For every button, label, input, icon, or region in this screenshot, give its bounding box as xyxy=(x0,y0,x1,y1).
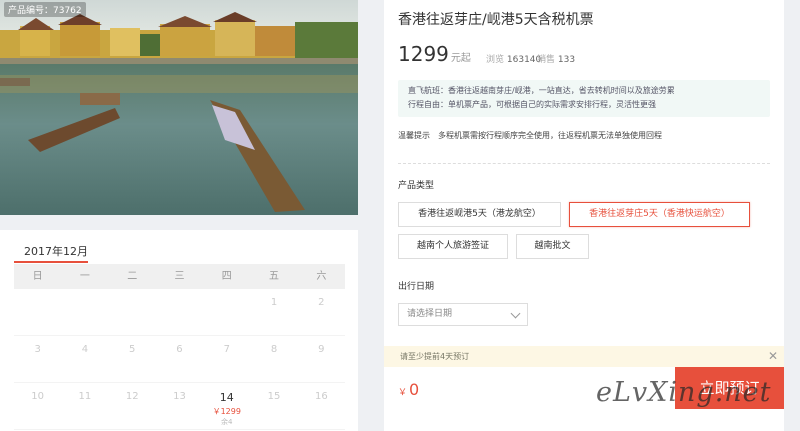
chevron-down-icon xyxy=(510,308,521,319)
calendar-weekday-header: 日 一 二 三 四 五 六 xyxy=(14,264,345,289)
calendar-day-number: 14 xyxy=(219,391,234,404)
calendar-week-row: 10 11 12 13 14 ￥1299 余4 15 16 xyxy=(14,383,345,430)
river-scene-image xyxy=(0,0,358,215)
total-value: 0 xyxy=(409,380,420,399)
product-detail-panel: 香港往返芽庄/岘港5天含税机票 1299 元起 浏览 163140 销售 133 … xyxy=(384,0,784,431)
calendar-week-row: 3 4 5 6 7 8 9 xyxy=(14,336,345,383)
product-id-label: 产品编号：73762 xyxy=(4,2,86,17)
travel-date-select[interactable]: 请选择日期 xyxy=(398,303,528,326)
product-title: 香港往返芽庄/岘港5天含税机票 xyxy=(398,12,594,28)
sales-label: 销售 xyxy=(537,55,556,65)
weekday-sat: 六 xyxy=(316,271,327,282)
date-placeholder: 请选择日期 xyxy=(407,309,453,319)
weekday-thu: 四 xyxy=(221,271,232,282)
weekday-sun: 日 xyxy=(32,271,43,282)
weekday-fri: 五 xyxy=(269,271,280,282)
calendar-month: 2017年12月 xyxy=(24,245,88,258)
calendar-day: 9 xyxy=(318,344,325,355)
tip-label: 温馨提示 xyxy=(398,131,430,140)
calendar-day: 8 xyxy=(270,344,278,355)
calendar-day: 15 xyxy=(267,391,281,402)
product-type-label: 产品类型 xyxy=(398,181,435,191)
option-vietnam-approval[interactable]: 越南批文 xyxy=(516,234,589,259)
weekday-tue: 二 xyxy=(127,271,138,282)
tip-text: 多程机票需按行程顺序完全使用，往返程机票无法单独使用回程 xyxy=(438,131,662,140)
notice-text: 请至少提前4天预订 xyxy=(400,352,470,361)
calendar-day: 2 xyxy=(318,297,325,308)
calendar-day-available[interactable]: 14 ￥1299 余4 xyxy=(203,383,250,429)
calendar-day: 13 xyxy=(173,391,186,402)
calendar-day: 10 xyxy=(31,391,44,402)
calendar-day: 5 xyxy=(129,344,136,355)
highlight-line: 直飞航班：香港往返越南芽庄/岘港，一站直达，省去转机时间以及旅途劳累 xyxy=(408,86,675,95)
book-now-button[interactable]: 立即预订 xyxy=(675,367,784,409)
option-nhatrang-hkexpress[interactable]: 香港往返芽庄5天（香港快运航空） xyxy=(569,202,750,227)
option-vietnam-visa[interactable]: 越南个人旅游签证 xyxy=(398,234,508,259)
option-danang-dragonair[interactable]: 香港往返岘港5天（港龙航空） xyxy=(398,202,561,227)
product-price: 1299 元起 xyxy=(398,42,471,66)
product-highlights: 直飞航班：香港往返越南芽庄/岘港，一站直达，省去转机时间以及旅途劳累 行程自由：… xyxy=(398,80,770,117)
calendar-day: 4 xyxy=(81,344,89,355)
calendar-day-stock: 余4 xyxy=(221,418,233,426)
warm-tip: 温馨提示 多程机票需按行程顺序完全使用，往返程机票无法单独使用回程 xyxy=(398,130,662,141)
sales-stat: 销售 133 xyxy=(537,52,575,65)
availability-calendar: 2017年12月 日 一 二 三 四 五 六 1 2 3 4 5 6 7 8 9… xyxy=(0,230,358,431)
views-label: 浏览 xyxy=(486,55,505,65)
left-column: 产品编号：73762 2017年12月 日 一 二 三 四 五 六 1 2 3 … xyxy=(0,0,360,431)
advance-booking-notice: 请至少提前4天预订 ✕ xyxy=(384,346,784,367)
close-icon[interactable]: ✕ xyxy=(768,346,778,366)
calendar-day: 11 xyxy=(78,391,92,402)
price-value: 1299 xyxy=(398,42,449,66)
total-price: ￥ 0 xyxy=(398,380,419,399)
calendar-day-price: ￥1299 xyxy=(212,407,241,416)
sales-count: 133 xyxy=(557,55,576,65)
price-unit: 元起 xyxy=(450,53,471,64)
calendar-day: 1 xyxy=(270,297,278,308)
views-stat: 浏览 163140 xyxy=(486,52,541,65)
calendar-day: 12 xyxy=(125,391,139,402)
calendar-day xyxy=(61,289,108,335)
calendar-day: 6 xyxy=(176,344,183,355)
calendar-week-row: 1 2 xyxy=(14,289,345,336)
weekday-wed: 三 xyxy=(174,271,185,282)
calendar-day xyxy=(156,289,203,335)
calendar-day: 7 xyxy=(223,344,230,355)
calendar-day xyxy=(109,289,156,335)
section-divider xyxy=(398,163,770,164)
product-photo: 产品编号：73762 xyxy=(0,0,358,215)
calendar-day xyxy=(203,289,250,335)
highlight-line: 行程自由：单机票产品，可根据自己的实际需求安排行程，灵活性更强 xyxy=(408,100,656,109)
calendar-month-underline xyxy=(14,261,88,263)
calendar-day: 16 xyxy=(314,391,328,402)
travel-date-label: 出行日期 xyxy=(398,282,435,292)
calendar-day xyxy=(14,289,61,335)
calendar-day: 3 xyxy=(34,344,41,355)
currency-symbol: ￥ xyxy=(398,388,408,398)
weekday-mon: 一 xyxy=(79,271,90,282)
